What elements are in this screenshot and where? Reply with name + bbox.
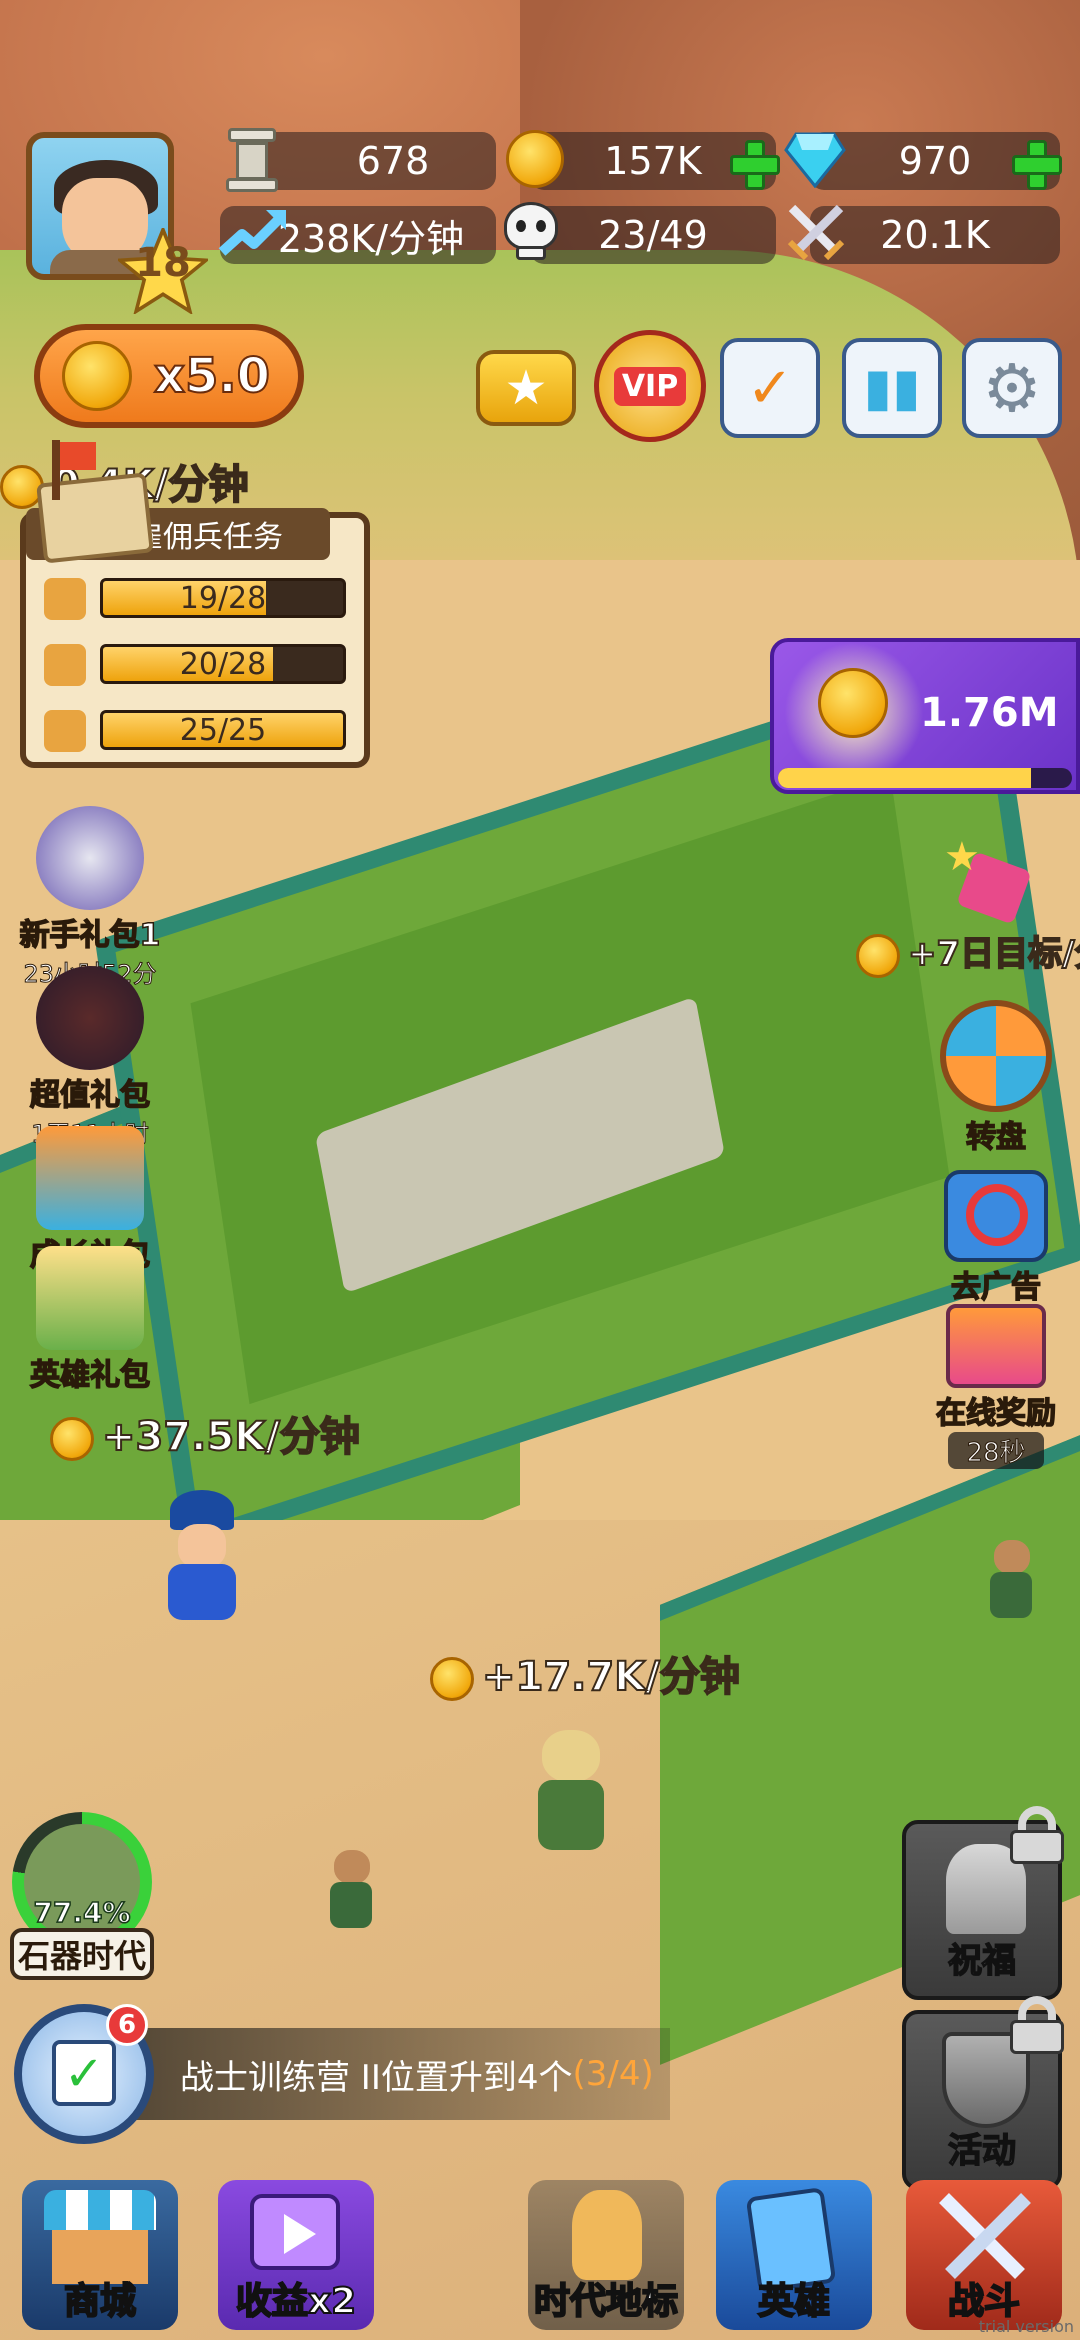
settings-button[interactable]: ⚙ <box>962 338 1062 438</box>
gold-boost-icon <box>62 341 132 411</box>
lucky-wheel-button[interactable]: 转盘 <box>926 1000 1066 1156</box>
gold-value: 157K <box>604 139 702 183</box>
checklist-icon: ✓ <box>52 2040 116 2106</box>
stats-button[interactable]: ▮▮ <box>842 338 942 438</box>
calendar-check-icon: ✓ <box>746 355 794 421</box>
newbie-gift-pack[interactable]: 新手礼包1 23小时52分 <box>10 806 170 989</box>
nav-shop[interactable]: 商城 <box>22 2180 178 2330</box>
gold-coin-icon <box>506 130 564 188</box>
boost-progress-fill <box>778 768 1031 788</box>
nav-heroes[interactable]: 英雄 <box>716 2180 872 2330</box>
power-value: 20.1K <box>880 213 990 257</box>
wizard-icon <box>36 806 144 910</box>
quest-banner[interactable]: 战士训练营 II位置升到4个 (3/4) <box>110 2028 670 2120</box>
calendar-checkin-button[interactable]: ✓ <box>720 338 820 438</box>
lock-icon <box>1008 1806 1066 1864</box>
add-gems-button[interactable] <box>1012 140 1062 190</box>
income-rate-value: 238K/分钟 <box>277 216 465 261</box>
reward-chest-icon <box>946 1304 1046 1388</box>
gift-box-icon <box>36 1126 144 1230</box>
gem-value: 970 <box>898 139 972 183</box>
star-icon: ★ <box>504 360 548 416</box>
hooded-figure-icon <box>36 966 144 1070</box>
elf-archer-character[interactable] <box>520 1730 620 1860</box>
gold-coin-icon <box>856 933 900 978</box>
events-button[interactable]: 活动 <box>902 1996 1064 2190</box>
vip-badge-icon: VIP <box>613 366 687 406</box>
vip-button[interactable]: VIP <box>594 330 706 442</box>
blessing-button[interactable]: 祝福 <box>902 1806 1064 2000</box>
online-reward-button[interactable]: 在线奖励 28秒 <box>916 1304 1076 1469</box>
bow-icon <box>44 644 86 686</box>
trend-up-icon <box>218 206 288 262</box>
quest-progress: (3/4) <box>572 2054 654 2094</box>
task-progress-bar: 19/28 <box>100 578 346 618</box>
no-ads-icon <box>944 1170 1048 1262</box>
age-label[interactable]: 石器时代 <box>10 1928 154 1980</box>
crossed-swords-icon <box>784 200 848 264</box>
star-ticket-button[interactable]: ★ <box>476 350 576 426</box>
quest-text: 战士训练营 II位置升到4个 <box>180 2057 573 2098</box>
gear-icon: ⚙ <box>982 349 1042 427</box>
population-value: 23/49 <box>598 213 708 257</box>
stone-counter: 678 <box>260 132 496 190</box>
gold-coin-icon <box>50 1417 94 1461</box>
diamond-icon <box>784 130 846 189</box>
task-progress-bar: 25/25 <box>100 710 346 750</box>
watermark: trial version <box>978 2317 1074 2336</box>
boost-value: 1.76M <box>920 690 1059 736</box>
bar-chart-icon: ▮▮ <box>863 358 921 418</box>
boost-progress-bar <box>778 768 1072 788</box>
stone-value: 678 <box>356 139 430 183</box>
gold-coin-arrow-icon <box>818 668 888 738</box>
hero-gift-pack[interactable]: 英雄礼包 <box>10 1246 170 1394</box>
shop-stall-icon <box>44 2190 156 2230</box>
tribal-warrior-character[interactable] <box>986 1540 1036 1620</box>
income-label-right: +7日目标/分 <box>856 926 1080 978</box>
stone-pillar-icon <box>222 128 282 194</box>
captain-character[interactable] <box>150 1490 250 1620</box>
income-label-field: +37.5K/分钟 <box>50 1404 361 1462</box>
gold-coin-icon <box>430 1657 474 1701</box>
player-level: 18 <box>135 240 191 286</box>
nav-era-landmark[interactable]: 时代地标 <box>528 2180 684 2330</box>
skull-icon <box>500 200 562 264</box>
nav-battle[interactable]: 战斗 <box>906 2180 1062 2330</box>
income-label-camp: +17.7K/分钟 <box>430 1644 741 1702</box>
hero-gift-box-icon <box>36 1246 144 1350</box>
nav-double-income[interactable]: 收益x2 <box>218 2180 374 2330</box>
remove-ads-button[interactable]: 去广告 <box>926 1170 1066 1306</box>
shield-icon <box>44 710 86 752</box>
multiplier-label: x5.0 <box>153 347 271 405</box>
flag-cloth <box>60 442 96 470</box>
tribal-warrior-character[interactable] <box>326 1850 376 1930</box>
task-progress-bar: 20/28 <box>100 644 346 684</box>
income-multiplier-button[interactable]: x5.0 <box>34 324 304 428</box>
value-gift-pack[interactable]: 超值礼包 1天11小时 <box>10 966 170 1149</box>
wheel-icon <box>940 1000 1052 1112</box>
video-play-icon <box>250 2194 340 2270</box>
party-popper-icon[interactable]: ★ <box>934 830 1044 925</box>
sword-icon <box>44 578 86 620</box>
age-progress-percent: 77.4% <box>33 1895 132 1930</box>
caveman-statue-icon <box>572 2190 642 2280</box>
population-counter: 23/49 <box>530 206 776 264</box>
add-gold-button[interactable] <box>730 140 780 190</box>
flag-icon <box>52 440 60 500</box>
lock-icon <box>1008 1996 1066 2054</box>
quest-count-badge: 6 <box>106 2004 148 2046</box>
